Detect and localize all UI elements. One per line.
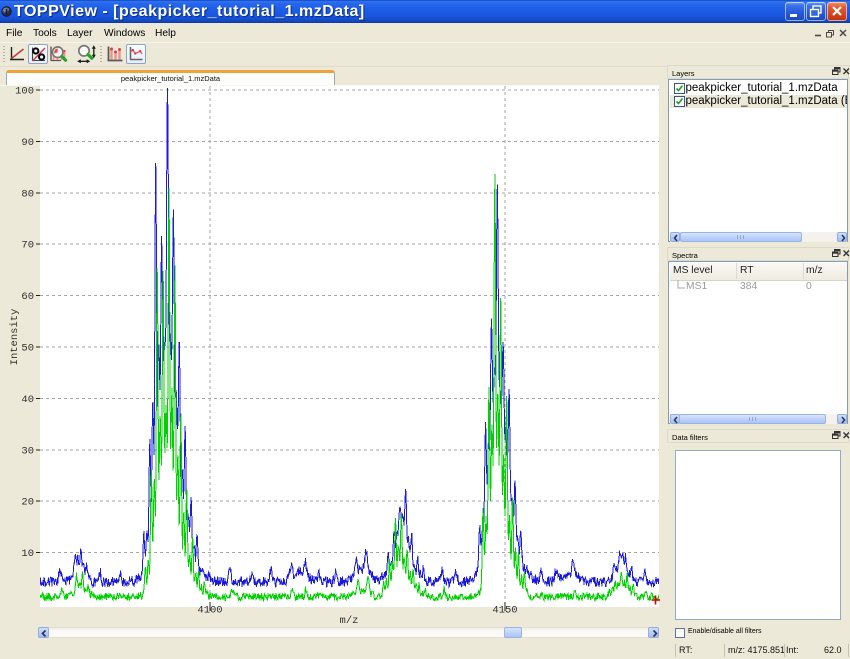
svg-text:m/z: m/z: [340, 615, 359, 625]
svg-text:30: 30: [21, 445, 34, 457]
svg-text:4150: 4150: [492, 605, 517, 617]
svg-text:70: 70: [21, 240, 34, 252]
svg-text:40: 40: [21, 394, 34, 406]
svg-text:20: 20: [21, 497, 34, 509]
svg-text:80: 80: [21, 188, 34, 200]
svg-text:90: 90: [21, 137, 34, 149]
svg-text:100: 100: [15, 86, 34, 98]
svg-text:Intensity: Intensity: [9, 309, 21, 366]
svg-text:50: 50: [21, 343, 34, 355]
svg-text:10: 10: [21, 548, 34, 560]
svg-text:60: 60: [21, 291, 34, 303]
svg-text:4100: 4100: [197, 605, 222, 617]
